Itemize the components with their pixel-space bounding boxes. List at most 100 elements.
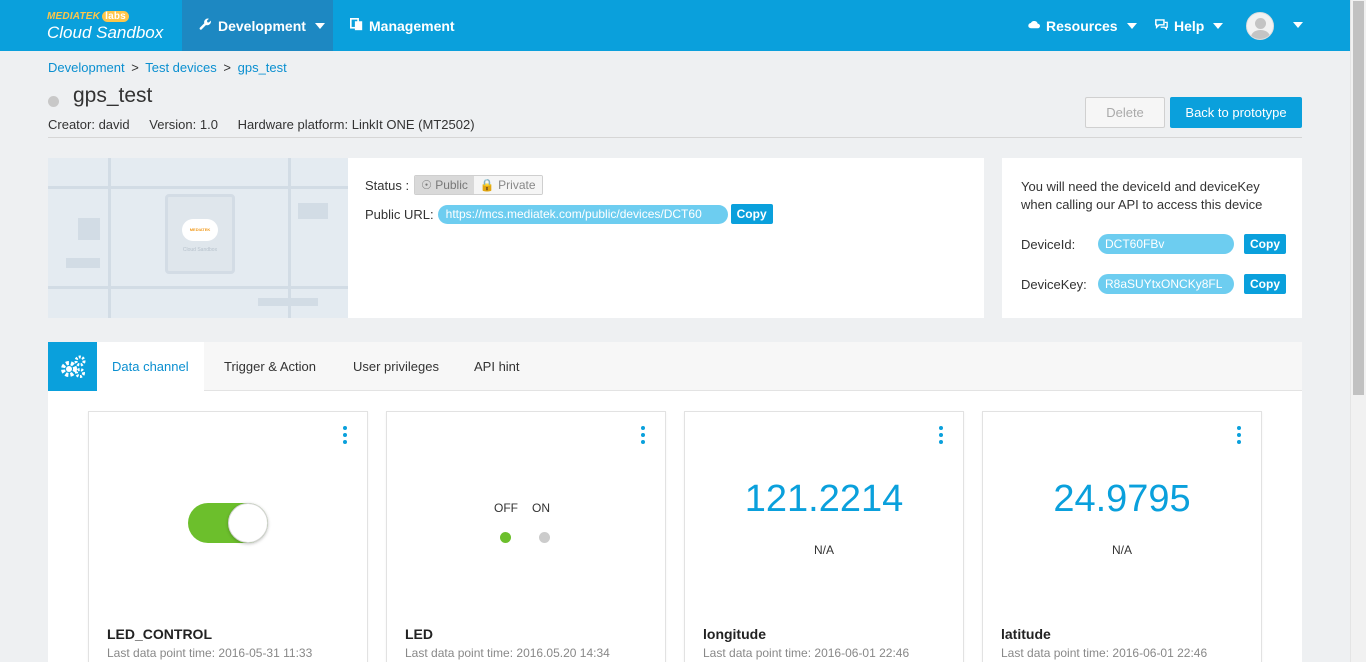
breadcrumb-test-devices[interactable]: Test devices bbox=[145, 60, 217, 75]
board-component bbox=[78, 218, 100, 240]
kebab-icon[interactable] bbox=[641, 426, 645, 444]
nav-resources-label: Resources bbox=[1046, 17, 1118, 34]
divider bbox=[48, 137, 1302, 138]
page-scrollbar[interactable] bbox=[1350, 0, 1366, 662]
nav-management-label: Management bbox=[369, 17, 455, 34]
channel-time: Last data point time: 2016-06-01 22:46 bbox=[1001, 646, 1208, 660]
tab-user-privileges[interactable]: User privileges bbox=[353, 342, 439, 391]
device-creator: Creator: david bbox=[48, 117, 130, 132]
public-url-field[interactable]: https://mcs.mediatek.com/public/devices/… bbox=[437, 204, 728, 224]
public-url-row: Public URL: https://mcs.mediatek.com/pub… bbox=[365, 204, 773, 224]
breadcrumb-current[interactable]: gps_test bbox=[238, 60, 287, 75]
device-id-row: DeviceId: DCT60FBv Copy bbox=[1021, 234, 1286, 254]
scrollbar-thumb[interactable] bbox=[1353, 1, 1364, 395]
status-row: Status : ☉ Public 🔒 Private bbox=[365, 175, 543, 195]
kebab-icon[interactable] bbox=[1237, 426, 1241, 444]
gears-icon bbox=[48, 342, 97, 391]
lock-icon: 🔒 bbox=[479, 178, 495, 192]
copy-url-button[interactable]: Copy bbox=[730, 204, 773, 224]
switch-knob[interactable] bbox=[228, 503, 268, 543]
led-labels: OFF ON bbox=[494, 501, 550, 515]
device-platform: Hardware platform: LinkIt ONE (MT2502) bbox=[237, 117, 475, 132]
public-label: Public bbox=[435, 178, 468, 192]
brand-name: MEDIATEK bbox=[47, 11, 101, 22]
copy-device-key-button[interactable]: Copy bbox=[1244, 274, 1286, 294]
status-label: Status : bbox=[365, 177, 410, 193]
device-keys-panel: You will need the deviceId and deviceKey… bbox=[1002, 158, 1302, 318]
board-trace bbox=[288, 158, 291, 318]
channel-time: Last data point time: 2016-05-31 11:33 bbox=[107, 646, 313, 660]
public-url-label: Public URL: bbox=[365, 206, 434, 222]
delete-button[interactable]: Delete bbox=[1085, 97, 1165, 128]
back-to-prototype-button[interactable]: Back to prototype bbox=[1170, 97, 1302, 128]
channel-time: Last data point time: 2016.05.20 14:34 bbox=[405, 646, 610, 660]
nav-management[interactable]: Management bbox=[350, 0, 455, 51]
device-key-field[interactable]: R8aSUYtxONCKy8FL bbox=[1098, 274, 1234, 294]
channel-name: latitude bbox=[1001, 626, 1051, 642]
cloud-icon: MEDIATEK bbox=[182, 219, 218, 241]
wrench-icon bbox=[199, 18, 212, 34]
nav-help-label: Help bbox=[1174, 17, 1205, 34]
channel-unit: N/A bbox=[1111, 543, 1132, 557]
led-off-indicator bbox=[500, 532, 511, 543]
channel-name: LED_CONTROL bbox=[107, 626, 212, 642]
breadcrumb-separator: > bbox=[131, 60, 139, 75]
breadcrumb-development[interactable]: Development bbox=[48, 60, 125, 75]
tab-bar: Data channel Trigger & Action User privi… bbox=[48, 342, 1302, 391]
breadcrumb: Development > Test devices > gps_test bbox=[48, 60, 287, 75]
nav-help[interactable]: Help bbox=[1155, 0, 1224, 51]
kebab-icon[interactable] bbox=[343, 426, 347, 444]
nav-development[interactable]: Development bbox=[182, 0, 333, 51]
device-info-panel: MEDIATEK Cloud Sandbox Status : ☉ Public… bbox=[48, 158, 984, 318]
led-off-label: OFF bbox=[494, 501, 518, 515]
channel-card-led: OFF ON LED Last data point time: 2016.05… bbox=[386, 411, 666, 662]
chat-icon bbox=[1155, 18, 1168, 33]
visibility-toggle: ☉ Public 🔒 Private bbox=[414, 175, 543, 195]
channel-unit: N/A bbox=[813, 543, 834, 557]
channel-card-latitude: 24.9795 N/A latitude Last data point tim… bbox=[982, 411, 1262, 662]
device-key-label: DeviceKey: bbox=[1021, 276, 1087, 292]
device-board-image: MEDIATEK Cloud Sandbox bbox=[48, 158, 348, 318]
board-component bbox=[66, 258, 100, 268]
board-component bbox=[298, 203, 328, 219]
led-on-indicator bbox=[539, 532, 550, 543]
device-id-field[interactable]: DCT60FBv bbox=[1098, 234, 1234, 254]
keys-note: You will need the deviceId and deviceKey… bbox=[1021, 179, 1263, 212]
copy-device-id-button[interactable]: Copy bbox=[1244, 234, 1286, 254]
tab-data-channel[interactable]: Data channel bbox=[97, 342, 204, 391]
nav-resources[interactable]: Resources bbox=[1028, 0, 1137, 51]
page-title: gps_test bbox=[73, 84, 153, 107]
tab-trigger-action[interactable]: Trigger & Action bbox=[224, 342, 316, 391]
chevron-down-icon bbox=[1126, 22, 1137, 29]
breadcrumb-separator: > bbox=[223, 60, 231, 75]
board-trace bbox=[48, 186, 348, 189]
public-option[interactable]: ☉ Public bbox=[415, 176, 474, 194]
avatar[interactable] bbox=[1246, 12, 1274, 40]
tab-api-hint[interactable]: API hint bbox=[474, 342, 520, 391]
globe-icon: ☉ bbox=[421, 178, 432, 192]
user-menu-chevron-icon[interactable] bbox=[1293, 22, 1303, 28]
private-option[interactable]: 🔒 Private bbox=[473, 176, 542, 194]
chevron-down-icon bbox=[1213, 22, 1224, 29]
device-key-row: DeviceKey: R8aSUYtxONCKy8FL Copy bbox=[1021, 274, 1286, 294]
nav-development-label: Development bbox=[218, 17, 306, 34]
channel-name: LED bbox=[405, 626, 433, 642]
cloud-icon bbox=[1028, 18, 1040, 33]
device-version: Version: 1.0 bbox=[149, 117, 218, 132]
data-channel-content: LED_CONTROL Last data point time: 2016-0… bbox=[48, 391, 1302, 662]
documents-icon bbox=[350, 17, 363, 34]
kebab-icon[interactable] bbox=[939, 426, 943, 444]
board-component bbox=[258, 298, 318, 306]
device-status-dot bbox=[48, 96, 59, 107]
channel-card-longitude: 121.2214 N/A longitude Last data point t… bbox=[684, 411, 964, 662]
brand-product: Cloud Sandbox bbox=[47, 23, 164, 42]
private-label: Private bbox=[498, 178, 536, 192]
board-trace bbox=[48, 286, 348, 289]
channel-name: longitude bbox=[703, 626, 766, 642]
brand-labs: labs bbox=[102, 11, 129, 22]
chevron-down-icon bbox=[314, 22, 325, 29]
brand-logo[interactable]: MEDIATEK labs Cloud Sandbox bbox=[47, 11, 163, 43]
led-control-switch[interactable] bbox=[188, 503, 268, 543]
top-navbar: MEDIATEK labs Cloud Sandbox Development M… bbox=[0, 0, 1350, 51]
board-chip: MEDIATEK Cloud Sandbox bbox=[165, 194, 235, 274]
